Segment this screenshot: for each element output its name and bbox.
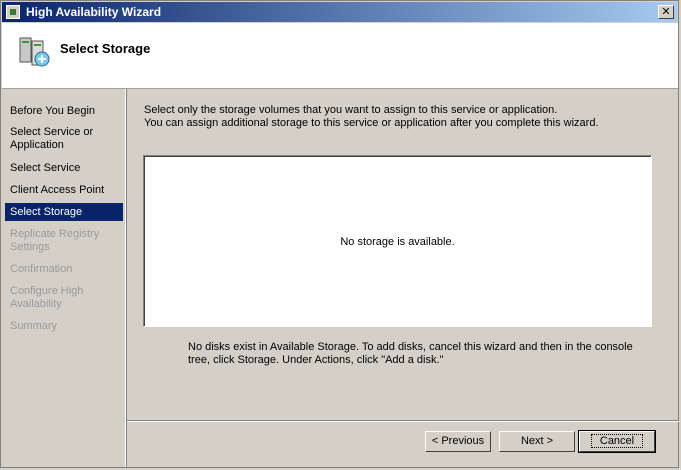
close-button[interactable]: ✕	[658, 5, 674, 19]
storage-list[interactable]: No storage is available.	[143, 155, 652, 327]
next-button[interactable]: Next >	[499, 431, 575, 452]
instructions: Select only the storage volumes that you…	[144, 104, 664, 130]
step-confirmation: Confirmation	[10, 263, 73, 275]
button-separator	[127, 420, 679, 422]
step-select-service-or-application[interactable]: Select Service or Application	[5, 126, 123, 152]
step-configure-high-availability: Configure High Availability	[10, 285, 84, 310]
title-bar[interactable]: High Availability Wizard ✕	[2, 2, 677, 22]
wizard-content: Select only the storage volumes that you…	[127, 89, 679, 467]
instruction-line-1: Select only the storage volumes that you…	[144, 104, 558, 116]
step-select-service[interactable]: Select Service	[5, 162, 123, 175]
step-before-you-begin[interactable]: Before You Begin	[5, 105, 123, 118]
empty-storage-message: No storage is available.	[340, 236, 455, 248]
cancel-button-label: Cancel	[590, 434, 644, 448]
step-client-access-point[interactable]: Client Access Point	[5, 184, 123, 197]
step-replicate-registry-settings: Replicate Registry Settings	[10, 228, 100, 253]
step-select-storage[interactable]: Select Storage	[5, 203, 123, 221]
previous-button[interactable]: < Previous	[425, 431, 491, 452]
step-summary: Summary	[10, 320, 58, 332]
window-title: High Availability Wizard	[26, 5, 162, 19]
page-title: Select Storage	[60, 41, 151, 56]
close-icon: ✕	[661, 5, 671, 18]
instruction-line-2: You can assign additional storage to thi…	[144, 117, 599, 129]
wizard-window: High Availability Wizard ✕ Select Storag…	[0, 0, 679, 468]
storage-note: No disks exist in Available Storage. To …	[188, 341, 633, 366]
wizard-app-icon	[6, 5, 20, 19]
cancel-button[interactable]: Cancel	[578, 430, 656, 453]
wizard-steps-sidebar: Before You Begin Select Service or Appli…	[2, 89, 126, 467]
server-storage-icon	[19, 37, 50, 67]
wizard-header: Select Storage	[2, 23, 678, 89]
